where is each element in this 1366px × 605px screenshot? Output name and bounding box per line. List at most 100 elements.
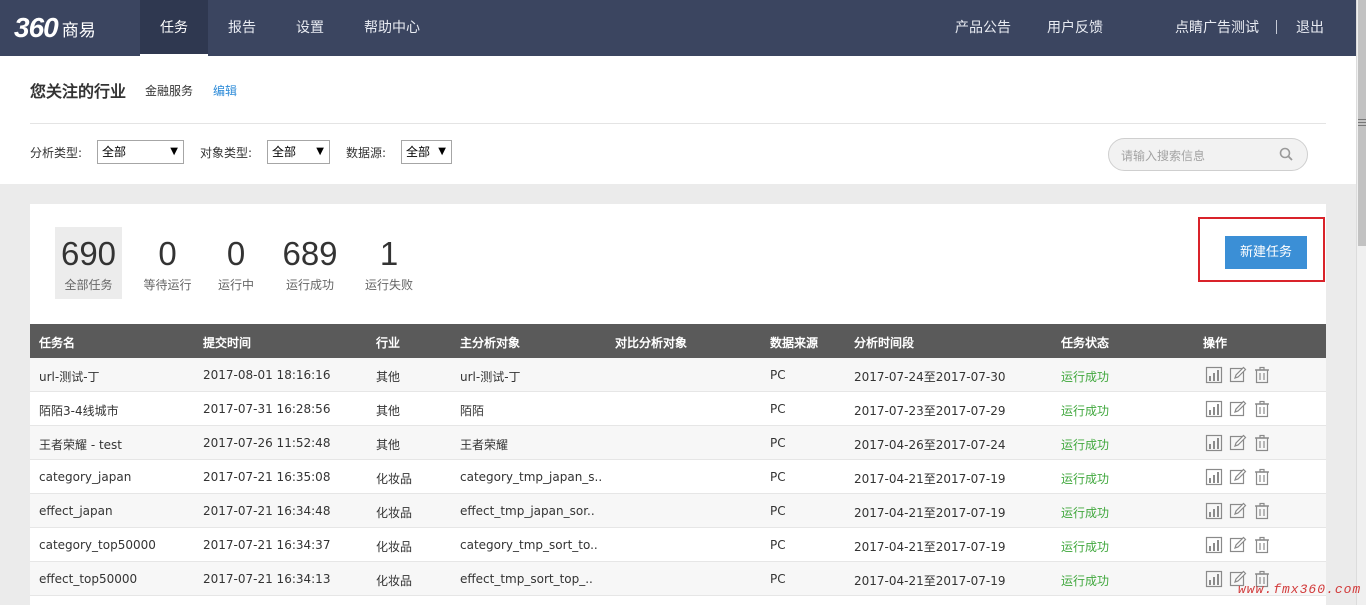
nav-item-help-center[interactable]: 帮助中心	[356, 0, 428, 56]
row-operations	[1205, 366, 1271, 384]
cell-analysis-period: 2017-04-21至2017-07-19	[854, 574, 1006, 588]
cell-submit-time: 2017-07-21 16:34:13	[203, 572, 331, 586]
trash-icon[interactable]	[1253, 400, 1271, 418]
edit-icon[interactable]	[1229, 502, 1247, 520]
cell-task-status: 运行成功	[1061, 472, 1110, 486]
nav-item-tasks[interactable]: 任务	[140, 0, 208, 56]
row-operations	[1205, 400, 1271, 418]
table-row[interactable]: url-测试-丁 2017-08-01 18:16:16 其他 url-测试-丁…	[30, 358, 1326, 392]
cell-data-source: PC	[770, 368, 786, 382]
cell-main-target: 王者荣耀	[460, 438, 509, 452]
new-task-button[interactable]: 新建任务	[1225, 236, 1307, 269]
report-chart-icon[interactable]	[1205, 502, 1223, 520]
stat-all-tasks[interactable]: 690 全部任务	[55, 227, 122, 299]
cell-main-target: category_tmp_sort_to..	[460, 538, 598, 552]
report-chart-icon[interactable]	[1205, 536, 1223, 554]
cell-task-name[interactable]: category_top50000	[39, 538, 156, 552]
stat-number: 0	[158, 235, 177, 272]
report-chart-icon[interactable]	[1205, 400, 1223, 418]
col-industry[interactable]: 行业	[376, 334, 400, 351]
edit-icon[interactable]	[1229, 536, 1247, 554]
nav-item-reports[interactable]: 报告	[216, 0, 268, 56]
cell-task-status: 运行成功	[1061, 404, 1110, 418]
cell-task-name[interactable]: url-测试-丁	[39, 368, 100, 385]
edit-icon[interactable]	[1229, 434, 1247, 452]
table-row[interactable]: category_japan 2017-07-21 16:35:08 化妆品 c…	[30, 460, 1326, 494]
stat-waiting[interactable]: 0 等待运行	[135, 227, 200, 299]
cell-industry: 其他	[376, 438, 401, 452]
report-chart-icon[interactable]	[1205, 366, 1223, 384]
col-task-name[interactable]: 任务名	[39, 334, 75, 351]
search-input[interactable]: 请输入搜索信息	[1108, 138, 1308, 171]
logo[interactable]: 360 商易	[14, 10, 96, 46]
cell-task-name[interactable]: effect_top50000	[39, 572, 137, 586]
edit-icon[interactable]	[1229, 400, 1247, 418]
cell-industry: 化妆品	[376, 506, 413, 520]
table-header: 任务名 提交时间 行业 主分析对象 对比分析对象 数据来源 分析时间段 任务状态…	[30, 324, 1326, 358]
search-icon[interactable]	[1279, 147, 1293, 161]
col-main-target[interactable]: 主分析对象	[460, 334, 520, 351]
stat-success[interactable]: 689 运行成功	[278, 227, 342, 299]
cell-data-source: PC	[770, 538, 786, 552]
search-placeholder: 请输入搜索信息	[1121, 149, 1206, 163]
table-row[interactable]: effect_top50000 2017-07-21 16:34:13 化妆品 …	[30, 562, 1326, 596]
trash-icon[interactable]	[1253, 536, 1271, 554]
cell-task-status: 运行成功	[1061, 574, 1110, 588]
cell-task-status: 运行成功	[1061, 540, 1110, 554]
stat-running[interactable]: 0 运行中	[210, 227, 262, 299]
trash-icon[interactable]	[1253, 366, 1271, 384]
stat-failed[interactable]: 1 运行失败	[360, 227, 418, 299]
scrollbar-grip-icon	[1358, 117, 1366, 127]
scrollbar[interactable]	[1356, 0, 1366, 605]
table-row[interactable]: 王者荣耀 - test 2017-07-26 11:52:48 其他 王者荣耀 …	[30, 426, 1326, 460]
edit-icon[interactable]	[1229, 468, 1247, 486]
cell-data-source: PC	[770, 470, 786, 484]
object-type-select[interactable]: 全部 ▼	[267, 140, 330, 164]
nav-item-user-account[interactable]: 点睛广告测试	[1170, 0, 1264, 56]
table-row[interactable]: 陌陌3-4线城市 2017-07-31 16:28:56 其他 陌陌 PC 20…	[30, 392, 1326, 426]
table-row[interactable]: effect_japan 2017-07-21 16:34:48 化妆品 eff…	[30, 494, 1326, 528]
col-submit-time[interactable]: 提交时间	[203, 334, 251, 351]
cell-task-name[interactable]: 陌陌3-4线城市	[39, 402, 119, 419]
cell-industry: 其他	[376, 370, 401, 384]
logout-link[interactable]: 退出	[1290, 0, 1330, 56]
cell-data-source: PC	[770, 572, 786, 586]
row-operations	[1205, 536, 1271, 554]
divider	[30, 123, 1326, 124]
stat-number: 689	[282, 235, 338, 272]
nav-item-settings[interactable]: 设置	[284, 0, 336, 56]
report-chart-icon[interactable]	[1205, 468, 1223, 486]
nav-item-feedback[interactable]: 用户反馈	[1040, 0, 1110, 56]
cell-main-target: effect_tmp_sort_top_..	[460, 572, 593, 586]
top-nav: 360 商易 任务 报告 设置 帮助中心 产品公告 用户反馈 点睛广告测试 退出	[0, 0, 1356, 56]
edit-icon[interactable]	[1229, 366, 1247, 384]
report-chart-icon[interactable]	[1205, 434, 1223, 452]
col-data-source[interactable]: 数据来源	[770, 334, 818, 351]
cell-task-status: 运行成功	[1061, 438, 1110, 452]
table-row[interactable]: category_top50000 2017-07-21 16:34:37 化妆…	[30, 528, 1326, 562]
col-analysis-period[interactable]: 分析时间段	[854, 334, 914, 351]
cell-analysis-period: 2017-07-23至2017-07-29	[854, 404, 1006, 418]
trash-icon[interactable]	[1253, 502, 1271, 520]
industry-value: 金融服务	[145, 84, 194, 98]
stat-label: 全部任务	[64, 278, 113, 292]
trash-icon[interactable]	[1253, 434, 1271, 452]
col-task-status[interactable]: 任务状态	[1061, 334, 1109, 351]
stat-label: 运行成功	[285, 278, 334, 292]
nav-item-announcements[interactable]: 产品公告	[948, 0, 1018, 56]
cell-task-name[interactable]: category_japan	[39, 470, 131, 484]
cell-industry: 其他	[376, 404, 401, 418]
industry-edit-link[interactable]: 编辑	[213, 82, 237, 99]
cell-submit-time: 2017-07-31 16:28:56	[203, 402, 331, 416]
cell-submit-time: 2017-07-21 16:34:37	[203, 538, 331, 552]
object-type-value: 全部	[272, 145, 297, 159]
col-compare-target[interactable]: 对比分析对象	[615, 334, 687, 351]
filter-header: 您关注的行业 金融服务 编辑 分析类型: 全部 ▼ 对象类型: 全部 ▼ 数据源…	[0, 56, 1356, 184]
cell-task-name[interactable]: effect_japan	[39, 504, 113, 518]
cell-main-target: category_tmp_japan_s..	[460, 470, 603, 484]
data-source-select[interactable]: 全部 ▼	[401, 140, 452, 164]
analysis-type-select[interactable]: 全部 ▼	[97, 140, 184, 164]
report-chart-icon[interactable]	[1205, 570, 1223, 588]
cell-task-name[interactable]: 王者荣耀 - test	[39, 436, 122, 453]
trash-icon[interactable]	[1253, 468, 1271, 486]
